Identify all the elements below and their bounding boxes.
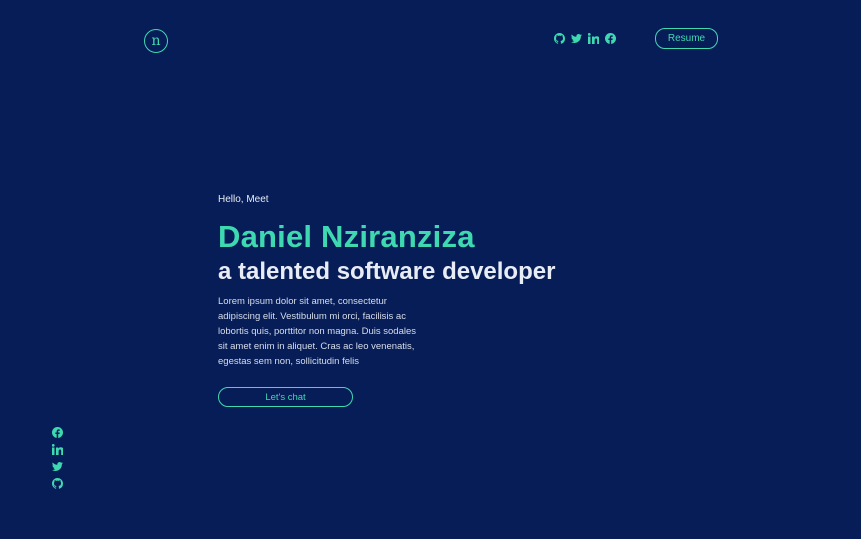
hero-description: Lorem ipsum dolor sit amet, consectetur … [218, 296, 417, 367]
hero-greeting: Hello, Meet [218, 194, 269, 205]
linkedin-icon[interactable] [588, 33, 599, 44]
hero-name: Daniel Nziranziza [218, 219, 475, 254]
facebook-icon[interactable] [52, 427, 63, 438]
twitter-icon[interactable] [571, 33, 582, 44]
hero-section: Hello, Meet Daniel Nziranziza a talented… [218, 194, 618, 369]
lets-chat-button[interactable]: Let's chat [218, 387, 353, 407]
github-icon[interactable] [554, 33, 565, 44]
page: n Resume Hello, Meet Daniel Nziranziza a… [0, 0, 861, 539]
resume-button[interactable]: Resume [655, 28, 718, 49]
github-icon[interactable] [52, 478, 63, 489]
logo[interactable]: n [144, 29, 168, 53]
sidebar-social-links [52, 427, 63, 489]
facebook-icon[interactable] [605, 33, 616, 44]
twitter-icon[interactable] [52, 461, 63, 472]
linkedin-icon[interactable] [52, 444, 63, 455]
header-social-links [554, 33, 616, 44]
logo-text: n [151, 33, 161, 49]
hero-tagline: a talented software developer [218, 258, 556, 285]
